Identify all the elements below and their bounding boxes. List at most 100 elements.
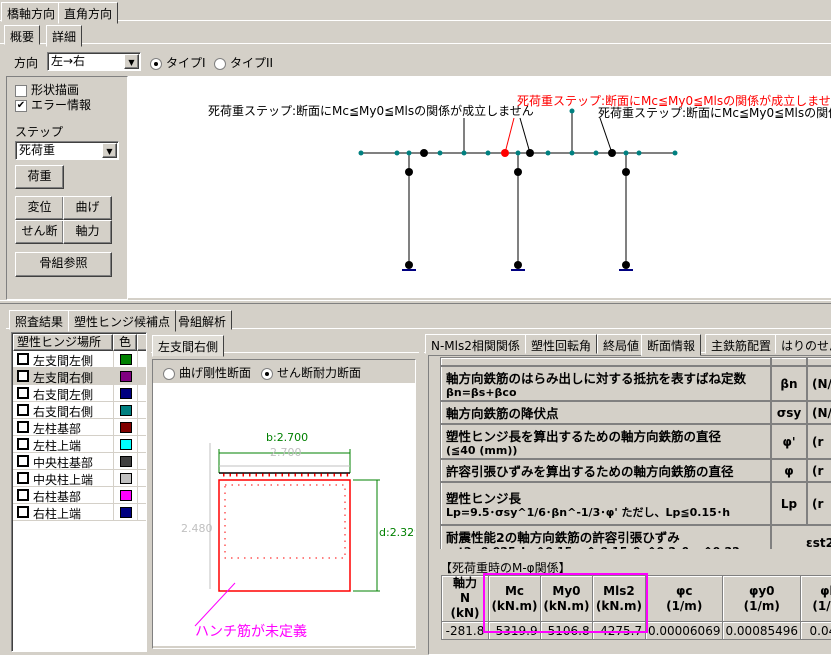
- hinge-node: [405, 261, 413, 269]
- color-swatch: [120, 354, 132, 365]
- checkbox-icon[interactable]: [17, 455, 29, 467]
- list-item[interactable]: 右支間左側: [13, 385, 147, 402]
- tab-perpendicular[interactable]: 直角方向: [58, 2, 118, 24]
- list-item[interactable]: 中央柱基部: [13, 453, 147, 470]
- tab-detail-3[interactable]: 断面情報: [641, 334, 701, 356]
- hinge-location-label: 中央柱上端: [33, 471, 93, 488]
- checkmark-icon: ✔: [15, 100, 27, 112]
- color-swatch: [120, 473, 132, 484]
- direction-select[interactable]: 左→右 ▼: [47, 52, 141, 71]
- step-select[interactable]: 死荷重▼: [15, 141, 119, 160]
- tab-detail-2[interactable]: 終局値: [597, 334, 645, 354]
- checkbox-icon[interactable]: [17, 421, 29, 433]
- frame-reference-button[interactable]: 骨組参照: [15, 252, 112, 277]
- checkbox-icon[interactable]: [17, 353, 29, 365]
- direction-value: 左→右: [51, 54, 85, 68]
- direction-label: 方向: [14, 54, 38, 71]
- list-item[interactable]: 右柱上端: [13, 504, 147, 521]
- table-row: 塑性ヒンジ長を算出するための軸方向鉄筋の直径(≦40 (mm))φ'(r: [441, 424, 831, 459]
- list-item[interactable]: 左支間右側: [13, 368, 147, 385]
- selected-error-node: [501, 149, 509, 157]
- list-item[interactable]: 右支間右側: [13, 402, 147, 419]
- b-dimension-label: b:2.700: [266, 431, 308, 444]
- tab-detail-5[interactable]: はりのせん: [775, 334, 831, 354]
- radio-type2[interactable]: タイプII: [214, 54, 273, 71]
- m-phi-value: 0.0495: [801, 622, 831, 640]
- shape-draw-label: 形状描画: [31, 83, 79, 97]
- hinge-location-label: 右支間左側: [33, 386, 93, 403]
- checkbox-icon[interactable]: [17, 387, 29, 399]
- tab-check-results[interactable]: 照査結果: [9, 310, 69, 330]
- hinge-node: [622, 168, 630, 176]
- hinge-node: [514, 261, 522, 269]
- checkbox-icon[interactable]: [17, 506, 29, 518]
- radio-off-icon: [214, 58, 226, 70]
- col-header-location[interactable]: 塑性ヒンジ場所: [13, 334, 113, 351]
- list-item[interactable]: 左柱基部: [13, 419, 147, 436]
- checkbox-icon[interactable]: [17, 472, 29, 484]
- step-value: 死荷重: [19, 143, 55, 157]
- param-symbol: Lp: [771, 482, 807, 525]
- axial-button[interactable]: 軸力: [63, 220, 112, 244]
- node: [570, 109, 575, 114]
- hinge-location-label: 右柱上端: [33, 505, 81, 522]
- header-symbol: φy0: [725, 584, 798, 599]
- header-unit: N (kN): [444, 591, 486, 621]
- table-row: 軸方向鉄筋のはらみ出しに対する抵抗を表すばね定数βn=βs+βcoβn(N/: [441, 366, 831, 401]
- tab-frame-analysis[interactable]: 骨組解析: [172, 310, 232, 330]
- node: [462, 151, 467, 156]
- list-item[interactable]: 左柱上端: [13, 436, 147, 453]
- param-unit: (r: [807, 424, 831, 459]
- error-leader: [505, 118, 514, 153]
- col-header-color[interactable]: 色: [113, 334, 137, 351]
- param-formula: βn=βs+βco: [446, 387, 766, 399]
- error-leader: [520, 118, 530, 153]
- hinge-node: [622, 261, 630, 269]
- error-info-checkbox[interactable]: ✔エラー情報: [15, 96, 91, 113]
- table-row: 軸方向鉄筋の降伏点σsy(N/: [441, 401, 831, 424]
- tab-detail-4[interactable]: 主鉄筋配置: [705, 334, 777, 354]
- bending-button[interactable]: 曲げ: [63, 196, 112, 220]
- param-label: 軸方向鉄筋の降伏点: [446, 403, 766, 422]
- list-item[interactable]: 左支間左側: [13, 351, 147, 368]
- node: [594, 151, 599, 156]
- checkbox-icon[interactable]: [17, 404, 29, 416]
- node: [359, 151, 364, 156]
- param-unit: (N/: [807, 366, 831, 401]
- checkbox-icon[interactable]: [17, 489, 29, 501]
- radio-bending-section[interactable]: 曲げ剛性断面: [163, 364, 251, 381]
- list-item[interactable]: 中央柱上端: [13, 470, 147, 487]
- node: [516, 151, 521, 156]
- bending-section-label: 曲げ剛性断面: [179, 366, 251, 380]
- hinge-location-label: 中央柱基部: [33, 454, 93, 471]
- radio-shear-section[interactable]: せん断耐力断面: [261, 364, 361, 381]
- checkbox-icon[interactable]: [17, 370, 29, 382]
- shear-button[interactable]: せん断: [15, 220, 64, 244]
- tab-section-left-span-right[interactable]: 左支間右側: [152, 335, 224, 357]
- width-dimension-label: 2.700: [270, 446, 302, 459]
- displacement-button[interactable]: 変位: [15, 196, 64, 220]
- tab-detail-1[interactable]: 塑性回転角: [525, 334, 597, 354]
- header-symbol: φc: [648, 584, 721, 599]
- tab-bridge-axis[interactable]: 橋軸方向: [1, 2, 61, 22]
- checkbox-icon[interactable]: [17, 438, 29, 450]
- param-label: 軸方向鉄筋のはらみ出しに対する抵抗を表すばね定数: [446, 368, 766, 387]
- hinge-location-label: 右支間右側: [33, 403, 93, 420]
- param-unit: (r: [807, 459, 831, 482]
- tab-plastic-hinge[interactable]: 塑性ヒンジ候補点: [68, 310, 176, 332]
- param-unit: (r: [807, 482, 831, 525]
- color-swatch: [120, 439, 132, 450]
- hinge-list: 塑性ヒンジ場所 色 左支間左側左支間右側右支間左側右支間右側左柱基部左柱上端中央…: [11, 332, 147, 652]
- table-row: 塑性ヒンジ長Lp=9.5･σsy^1/6･βn^-1/3･φ' ただし、Lp≦0…: [441, 482, 831, 525]
- tab-overview[interactable]: 概要: [4, 25, 40, 45]
- step-label: ステップ: [15, 123, 63, 140]
- radio-on-icon: [150, 58, 162, 70]
- node: [407, 151, 412, 156]
- shear-section-label: せん断耐力断面: [277, 366, 361, 380]
- chevron-down-icon: ▼: [124, 54, 139, 69]
- load-button[interactable]: 荷重: [15, 165, 64, 189]
- tab-detail[interactable]: 詳細: [46, 25, 82, 47]
- tab-detail-0[interactable]: N-Mls2相関関係: [425, 334, 526, 354]
- list-item[interactable]: 右柱基部: [13, 487, 147, 504]
- radio-type1[interactable]: タイプI: [150, 54, 206, 71]
